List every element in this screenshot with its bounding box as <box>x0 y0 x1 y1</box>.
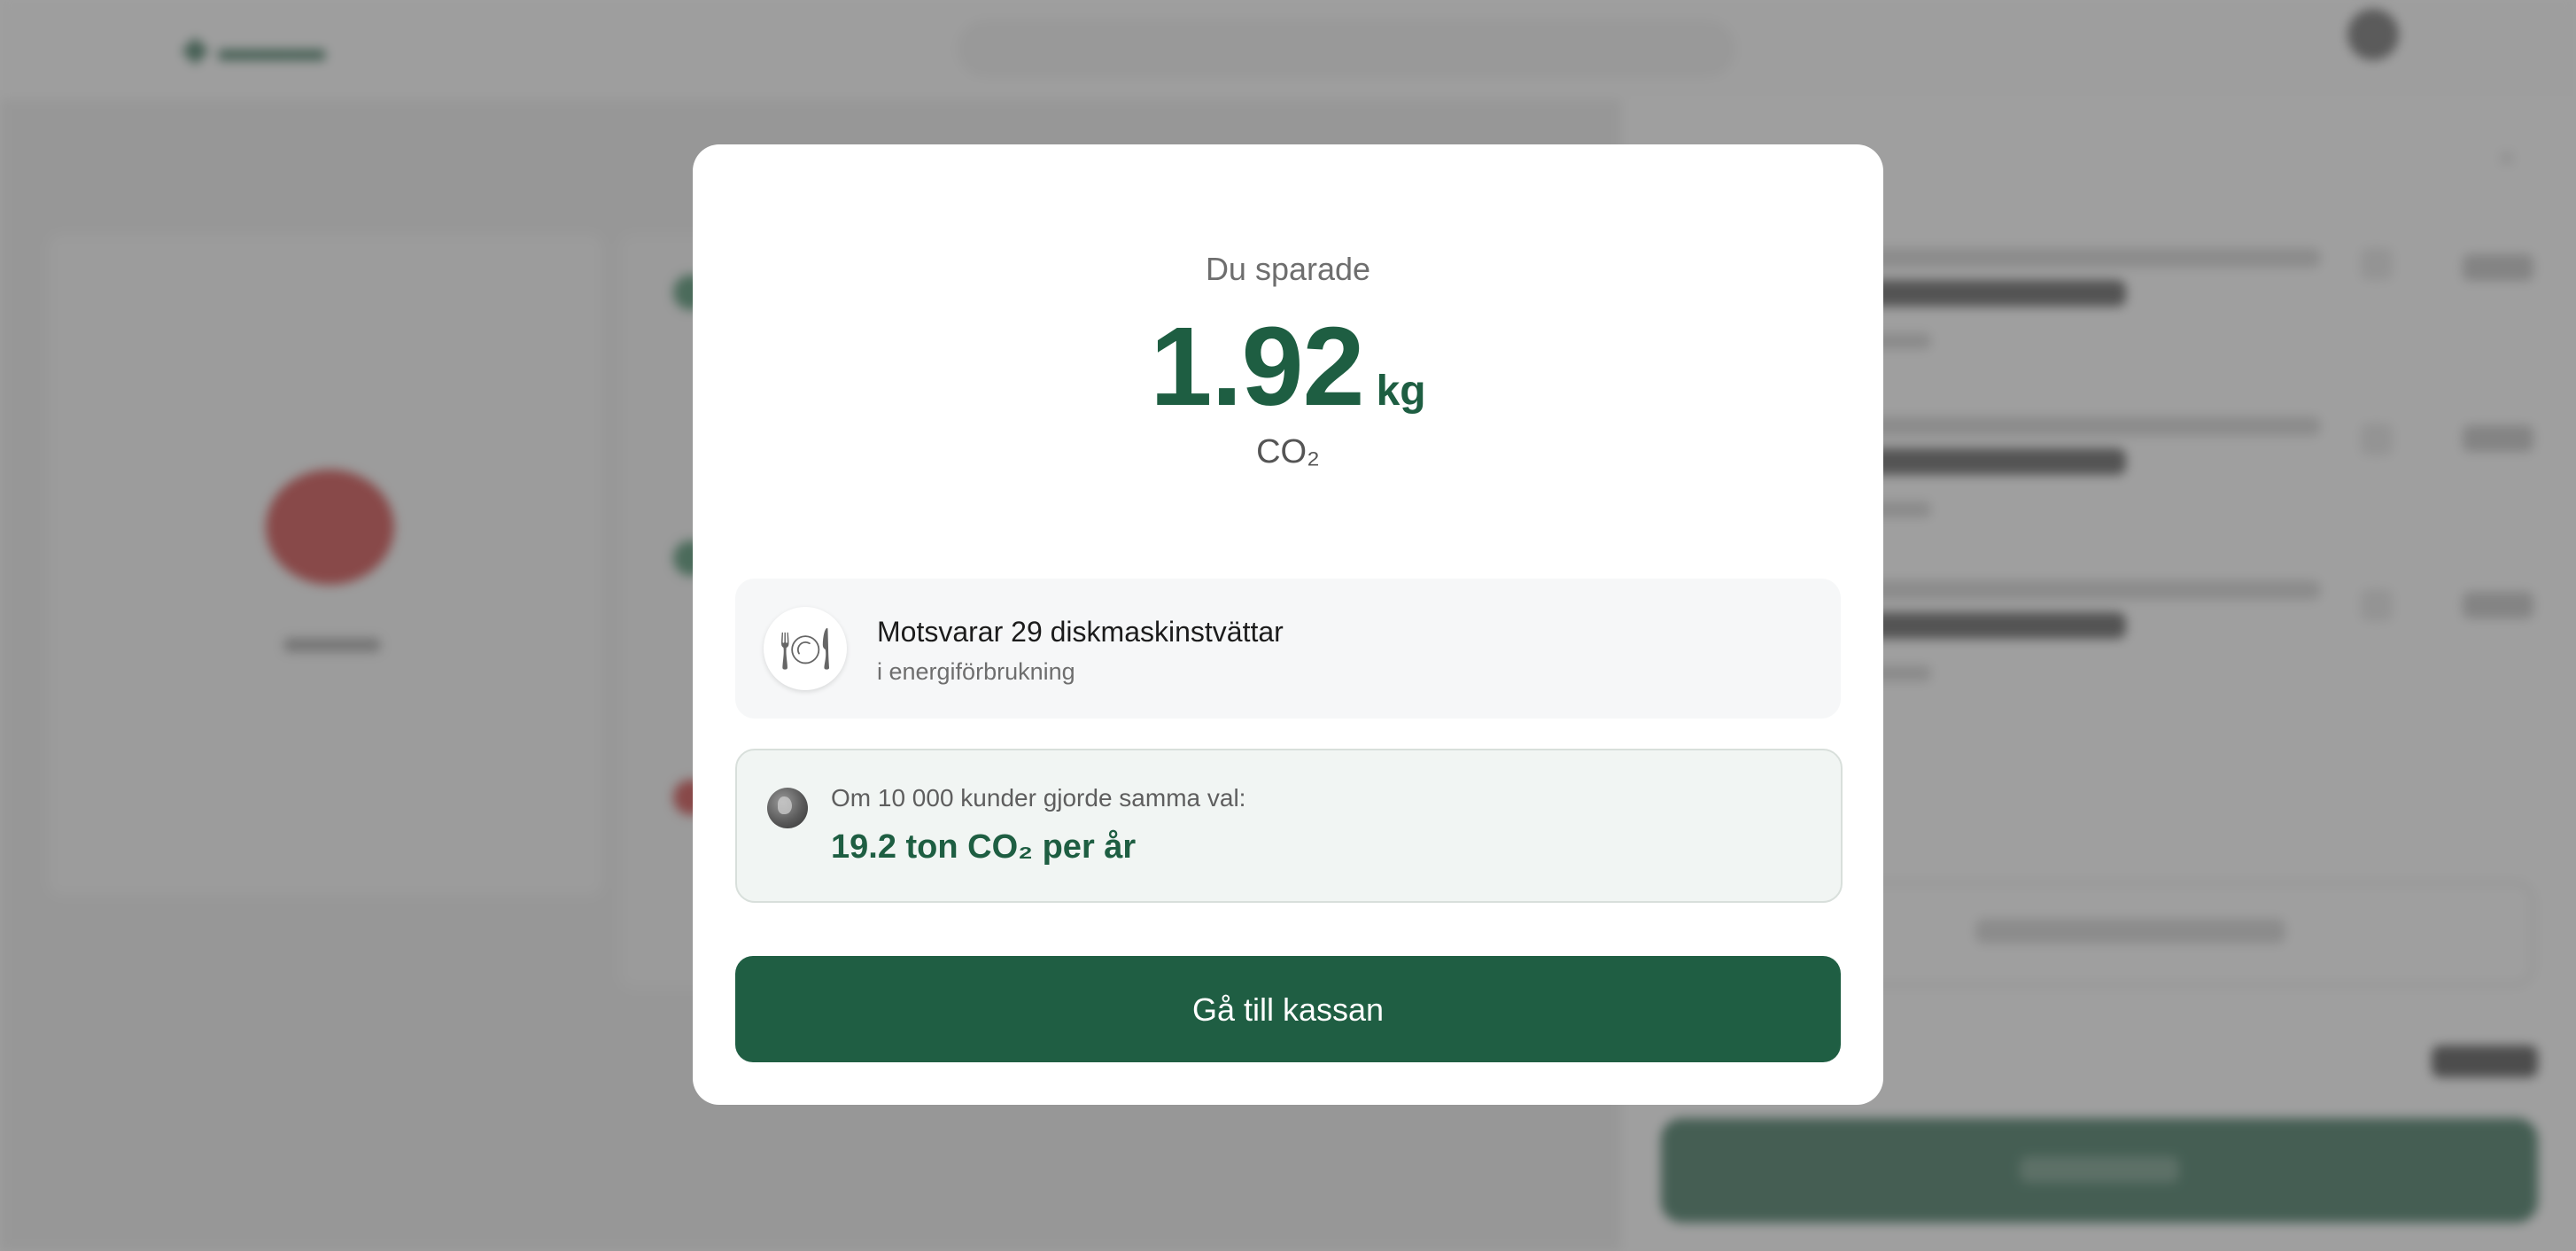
savings-amount: 1.92 kg <box>693 302 1883 431</box>
savings-unit: kg <box>1376 368 1426 415</box>
savings-gas-label: CO₂ <box>1256 433 1320 470</box>
projection-label: Om 10 000 kunder gjorde samma val: <box>831 784 1246 812</box>
savings-value: 1.92 <box>1150 304 1364 429</box>
checkout-button[interactable]: Gå till kassan <box>735 956 1841 1062</box>
equivalent-title: Motsvarar 29 diskmaskinstvättar <box>877 616 1284 648</box>
co2-savings-modal: Du sparade 1.92 kg CO₂ 🍽 Motsvarar 29 dis… <box>693 144 1883 1105</box>
savings-label: Du sparade <box>1205 251 1371 287</box>
equivalent-subtitle: i energiförbrukning <box>877 658 1075 685</box>
equivalent-card: 🍽 Motsvarar 29 diskmaskinstvättar i ener… <box>735 579 1841 719</box>
plate-cutlery-icon: 🍽 <box>764 607 847 690</box>
projection-card: Om 10 000 kunder gjorde samma val: 19.2 … <box>735 749 1843 903</box>
globe-icon <box>767 788 808 828</box>
projection-value: 19.2 ton CO₂ per år <box>831 828 1137 866</box>
